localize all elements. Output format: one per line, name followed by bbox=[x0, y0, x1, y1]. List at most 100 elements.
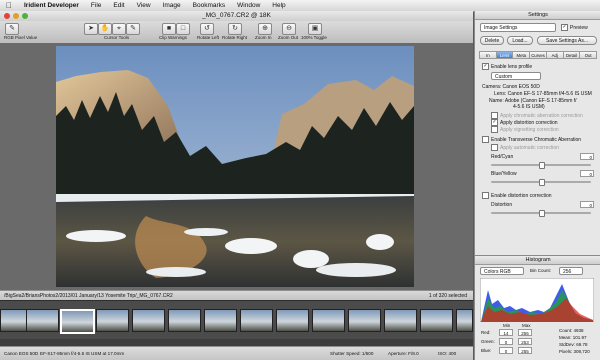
distortion-value[interactable]: 0 bbox=[580, 201, 594, 208]
thumbnail[interactable] bbox=[26, 309, 59, 332]
bin-count-label: Bin Count: bbox=[530, 268, 552, 273]
enable-transverse-checkbox[interactable]: Enable Transverse Chromatic Aberration bbox=[482, 136, 581, 143]
menu-file[interactable]: File bbox=[85, 2, 107, 9]
rotate-right-icon[interactable]: ↻ bbox=[228, 23, 242, 35]
apply-vignetting-checkbox[interactable]: Apply vignetting correction bbox=[491, 126, 559, 133]
distortion-slider[interactable] bbox=[491, 210, 591, 217]
tab-meta[interactable]: Meta bbox=[512, 51, 530, 59]
enable-transverse-label: Enable Transverse Chromatic Aberration bbox=[491, 136, 582, 143]
thumbnail[interactable] bbox=[240, 309, 273, 332]
red-row-label: Red: bbox=[481, 330, 491, 335]
crop-tool-icon[interactable]: ⌖ bbox=[112, 23, 126, 35]
settings-preset-select[interactable]: Image Settings bbox=[480, 23, 556, 32]
settings-tabs: In Lens Meta Curves Adj Detail Out bbox=[479, 51, 598, 59]
red-max[interactable]: 255 bbox=[518, 329, 532, 336]
checkmark-icon: ✓ bbox=[561, 24, 568, 31]
menu-image[interactable]: Image bbox=[157, 2, 187, 9]
thumbnail[interactable] bbox=[312, 309, 345, 332]
tab-curves[interactable]: Curves bbox=[529, 51, 546, 59]
thumbnail[interactable] bbox=[276, 309, 309, 332]
clip-highlight-icon[interactable]: □ bbox=[176, 23, 190, 35]
checkbox-icon bbox=[491, 126, 498, 133]
enable-lens-profile-checkbox[interactable]: ✓ Enable lens profile bbox=[482, 63, 532, 70]
green-max[interactable]: 253 bbox=[518, 338, 532, 345]
green-min[interactable]: 0 bbox=[499, 338, 513, 345]
blue-yellow-slider[interactable] bbox=[491, 179, 591, 186]
apply-distortion-checkbox[interactable]: ✓ Apply distortion correction bbox=[491, 119, 558, 126]
hand-tool-icon[interactable]: ✋ bbox=[98, 23, 112, 35]
distortion-slider-knob[interactable] bbox=[539, 210, 545, 217]
filmstrip-scrollbar[interactable] bbox=[0, 339, 473, 346]
bin-count-select[interactable]: 256 bbox=[559, 267, 583, 275]
thumbnail[interactable] bbox=[420, 309, 453, 332]
tab-lens[interactable]: Lens bbox=[495, 51, 513, 59]
blue-row-label: Blue: bbox=[481, 348, 492, 353]
blue-yellow-value[interactable]: 0 bbox=[580, 170, 594, 177]
file-path: /BigSea2/BriansPhotos2/2013/01 January/1… bbox=[4, 293, 173, 299]
thumbnail[interactable] bbox=[348, 309, 381, 332]
blue-min[interactable]: 0 bbox=[499, 347, 513, 354]
menu-window[interactable]: Window bbox=[231, 2, 266, 9]
red-min[interactable]: 14 bbox=[499, 329, 513, 336]
red-cyan-label: Red/Cyan bbox=[491, 154, 514, 160]
zoom-in-icon[interactable]: ⊕ bbox=[258, 23, 272, 35]
save-settings-button[interactable]: Save Settings As... bbox=[537, 36, 597, 45]
menu-app-name[interactable]: Iridient Developer bbox=[18, 2, 85, 9]
blue-yellow-slider-knob[interactable] bbox=[539, 179, 545, 186]
thumbnail[interactable] bbox=[168, 309, 201, 332]
red-cyan-value[interactable]: 0 bbox=[580, 153, 594, 160]
eyedropper-icon[interactable]: ✎ bbox=[5, 23, 19, 35]
picker-tool-icon[interactable]: ✎ bbox=[126, 23, 140, 35]
histogram-title: Histogram bbox=[525, 257, 551, 263]
checkbox-icon bbox=[482, 192, 489, 199]
image-canvas[interactable] bbox=[0, 43, 473, 290]
menu-view[interactable]: View bbox=[131, 2, 157, 9]
green-row-label: Green: bbox=[481, 339, 495, 344]
preview-checkbox[interactable]: ✓ Preview bbox=[561, 24, 588, 31]
thumbnail[interactable] bbox=[204, 309, 237, 332]
menu-bookmarks[interactable]: Bookmarks bbox=[187, 2, 232, 9]
rotate-left-icon[interactable]: ↺ bbox=[200, 23, 214, 35]
thumbnail[interactable] bbox=[456, 309, 473, 332]
enable-lens-profile-label: Enable lens profile bbox=[491, 63, 533, 70]
menu-help[interactable]: Help bbox=[266, 2, 291, 9]
cursor-tools-label: Cursor Tools bbox=[104, 35, 130, 40]
aperture: Aperture: F/8.0 bbox=[388, 351, 419, 356]
apply-chromatic-label: Apply chromatic aberration correction bbox=[500, 112, 583, 119]
thumbnail[interactable] bbox=[96, 309, 129, 332]
distortion-label: Distortion bbox=[491, 202, 513, 208]
thumbnail-selected[interactable] bbox=[60, 309, 95, 334]
tab-in[interactable]: In bbox=[479, 51, 496, 59]
checkbox-icon bbox=[491, 112, 498, 119]
settings-panel: Settings Image Settings ✓ Preview Delete… bbox=[474, 11, 600, 255]
histogram-title-bar: Histogram bbox=[475, 256, 600, 265]
clip-shadow-icon[interactable]: ■ bbox=[162, 23, 176, 35]
red-cyan-slider-knob[interactable] bbox=[539, 162, 545, 169]
zoom-button[interactable] bbox=[22, 13, 28, 19]
tab-detail[interactable]: Detail bbox=[562, 51, 580, 59]
load-button[interactable]: Load... bbox=[507, 36, 533, 45]
clip-warnings-label: Clip Warnings bbox=[159, 35, 187, 40]
lens-profile-select[interactable]: Custom bbox=[491, 72, 541, 80]
red-cyan-slider[interactable] bbox=[491, 162, 591, 169]
tab-adj[interactable]: Adj bbox=[545, 51, 563, 59]
menu-edit[interactable]: Edit bbox=[107, 2, 130, 9]
apply-chromatic-checkbox[interactable]: Apply chromatic aberration correction bbox=[491, 112, 583, 119]
blue-max[interactable]: 255 bbox=[518, 347, 532, 354]
histogram-mode-select[interactable]: Colors RGB bbox=[480, 267, 524, 275]
thumbnail[interactable] bbox=[384, 309, 417, 332]
zoom-out-label: Zoom Out bbox=[278, 35, 299, 40]
file-path-bar: /BigSea2/BriansPhotos2/2013/01 January/1… bbox=[0, 290, 473, 300]
minimize-button[interactable] bbox=[13, 13, 19, 19]
zoom-out-icon[interactable]: ⊖ bbox=[282, 23, 296, 35]
apply-automatic-checkbox[interactable]: Apply automatic correction bbox=[491, 144, 559, 151]
close-button[interactable] bbox=[4, 13, 10, 19]
tab-out[interactable]: Out bbox=[579, 51, 598, 59]
thumbnail[interactable] bbox=[132, 309, 165, 332]
apple-menu-icon[interactable]:  bbox=[0, 1, 18, 10]
enable-distortion-checkbox[interactable]: Enable distortion correction bbox=[482, 192, 552, 199]
toggle-100-icon[interactable]: ▣ bbox=[308, 23, 322, 35]
arrow-tool-icon[interactable]: ➤ bbox=[84, 23, 98, 35]
checkbox-icon bbox=[482, 136, 489, 143]
delete-button[interactable]: Delete bbox=[480, 36, 504, 45]
